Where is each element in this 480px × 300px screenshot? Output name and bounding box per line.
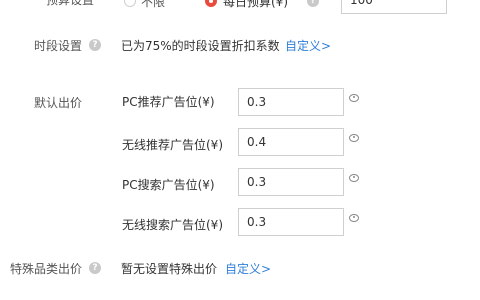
time-setting-desc: 已为75%的时段设置折扣系数 (121, 39, 280, 53)
radio-unlimited[interactable] (124, 0, 136, 7)
radio-daily-budget-label: 每日预算(¥) (223, 0, 288, 9)
budget-label: 预算设置 (46, 0, 95, 7)
bid-row-label: 无线搜索广告位(¥) (122, 218, 223, 232)
daily-budget-input[interactable]: 100 (341, 0, 447, 14)
special-bid-desc: 暂无设置特殊出价 (121, 262, 218, 276)
special-custom-link[interactable]: 自定义> (225, 260, 271, 277)
bid-input[interactable]: 0.3 (238, 168, 344, 196)
preview-icon[interactable] (348, 213, 360, 223)
time-setting-label: 时段设置 (34, 39, 83, 53)
bid-input[interactable]: 0.4 (238, 128, 344, 156)
preview-icon[interactable] (348, 93, 360, 103)
time-custom-link[interactable]: 自定义> (285, 37, 331, 54)
preview-icon[interactable] (348, 173, 360, 183)
bid-row-label: PC搜索广告位(¥) (122, 178, 215, 192)
help-icon[interactable]: ? (89, 39, 101, 51)
radio-daily-budget[interactable] (205, 0, 217, 7)
radio-unlimited-label: 不限 (141, 0, 166, 9)
bid-row-label: PC推荐广告位(¥) (122, 95, 215, 109)
help-icon[interactable]: ? (307, 0, 319, 7)
bid-input[interactable]: 0.3 (238, 88, 344, 116)
bid-row-label: 无线推荐广告位(¥) (122, 138, 223, 152)
default-bid-label: 默认出价 (34, 96, 83, 110)
help-icon[interactable]: ? (89, 262, 101, 274)
preview-icon[interactable] (348, 133, 360, 143)
bid-input[interactable]: 0.3 (238, 208, 344, 236)
special-bid-label: 特殊品类出价 (10, 262, 83, 276)
